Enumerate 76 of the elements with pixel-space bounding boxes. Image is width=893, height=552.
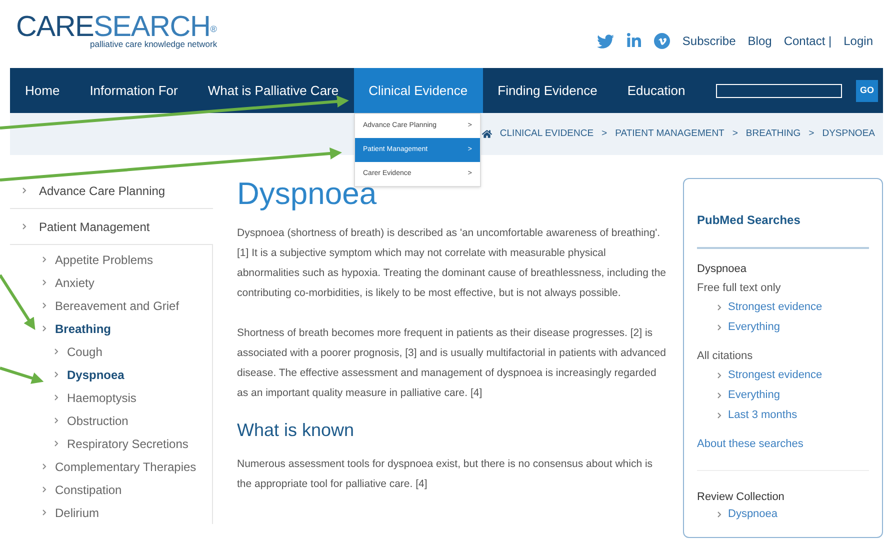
search-link[interactable]: Last 3 months: [728, 407, 798, 424]
nav-tab[interactable]: What is Palliative Care: [192, 68, 354, 113]
review-link[interactable]: Dyspnoea: [728, 506, 778, 523]
article-paragraph: Numerous assessment tools for dyspnoea exist, but there is no consensus about which is the appropriate tool for palliative care. [4]: [237, 457, 654, 492]
sidebar-link[interactable]: Complementary Therapies: [55, 458, 196, 476]
sidebar-link[interactable]: Breathing: [55, 320, 112, 338]
chevron-icon: [42, 302, 47, 309]
chevron-icon: [717, 372, 722, 379]
sidebar-link[interactable]: Cough: [67, 342, 102, 360]
chevron-icon: [54, 371, 59, 378]
sidebar-link[interactable]: Anxiety: [55, 274, 94, 292]
sidebar-link[interactable]: Delirium: [55, 504, 100, 522]
nav-tab[interactable]: Clinical Evidence: [354, 68, 483, 113]
top-link[interactable]: Contact |: [784, 32, 832, 50]
chevron-icon: [42, 256, 47, 263]
sidebar-link[interactable]: Constipation: [55, 480, 122, 498]
vimeo-icon[interactable]: [654, 33, 670, 49]
sidebar-link[interactable]: Obstruction: [67, 412, 128, 430]
nav-tab[interactable]: Home: [10, 68, 75, 113]
chevron-icon: [42, 486, 47, 493]
chevron-icon: [54, 417, 59, 424]
nav-tab[interactable]: Education: [612, 68, 700, 113]
chevron-icon: [42, 463, 47, 470]
review-title: Review Collection: [697, 490, 786, 505]
chevron-icon: [717, 324, 722, 331]
separator-mark: >: [808, 126, 814, 141]
article-paragraph: Dyspnoea (shortness of breath) is described as 'an uncomfortable awareness of breathing'. [1] It is a subjective symptom which may not correlate with measurable physical abnormalities such as hypoxia. Treating the dominant cause of breathlessness, including the contributing co-morbidities, is likely to be most effective, but is not always possible.: [237, 226, 667, 301]
search-link[interactable]: Everything: [728, 387, 780, 404]
search-link[interactable]: Strongest evidence: [728, 367, 822, 384]
linkedin-icon[interactable]: [626, 33, 642, 49]
group-label: Free full text only: [697, 280, 782, 296]
chevron-icon: [54, 440, 59, 447]
chevron-icon: [54, 348, 59, 355]
chevron-icon: [54, 394, 59, 401]
top-link[interactable]: Blog: [748, 32, 772, 50]
chevron-icon: [717, 412, 722, 419]
article-paragraph: Shortness of breath becomes more frequent in patients as their disease progresses. [2] is associated with a poorer prognosis, [3] and is usually multifactorial in patients with advanced disease. The effective assessment and management of dyspnoea is increasingly regarded as an important quality measure in palliative care. [4]: [237, 326, 667, 401]
go-button[interactable]: GO: [856, 80, 878, 102]
pointer-arrow: [0, 366, 44, 384]
section-heading: What is known: [237, 419, 356, 442]
breadcrumb-link[interactable]: BREATHING: [746, 126, 801, 142]
chevron-icon: [22, 223, 27, 230]
search-field[interactable]: [716, 84, 842, 98]
chevron-icon: [717, 304, 722, 311]
chevron-icon: [42, 325, 47, 332]
home-icon[interactable]: [482, 129, 492, 139]
about-link[interactable]: About these searches: [697, 436, 869, 452]
separator-mark: >: [732, 126, 738, 141]
sidebar-link[interactable]: Advance Care Planning: [39, 182, 166, 200]
top-link[interactable]: Login: [844, 32, 873, 50]
breadcrumb-link[interactable]: CLINICAL EVIDENCE: [500, 126, 594, 142]
nav-tab[interactable]: Finding Evidence: [482, 68, 612, 113]
sidebar-link[interactable]: Patient Management: [39, 218, 150, 236]
sidebar-link[interactable]: Haemoptysis: [67, 388, 136, 406]
sidebar-link[interactable]: Appetite Problems: [55, 250, 154, 268]
nav-tab[interactable]: Information For: [74, 68, 193, 113]
sidebar-link[interactable]: Respiratory Secretions: [67, 434, 188, 452]
breadcrumb-link[interactable]: DYSPNOEA: [822, 126, 875, 142]
breadcrumb-link[interactable]: PATIENT MANAGEMENT: [615, 126, 724, 142]
top-link[interactable]: Subscribe: [682, 32, 736, 50]
topic-label: Dyspnoea: [697, 262, 748, 277]
separator-mark: >: [602, 126, 608, 141]
chevron-icon: [42, 509, 47, 516]
chevron-icon: [717, 511, 722, 518]
chevron-icon: [42, 279, 47, 286]
sidebar-link[interactable]: Bereavement and Grief: [55, 296, 180, 314]
panel-title: PubMed Searches: [697, 212, 802, 229]
chevron-icon: [717, 392, 722, 399]
sidebar-link[interactable]: Dyspnoea: [67, 366, 124, 384]
search-link[interactable]: Strongest evidence: [728, 299, 822, 316]
search-link[interactable]: Everything: [728, 319, 780, 336]
chevron-icon: [22, 187, 27, 194]
twitter-icon[interactable]: [597, 32, 614, 50]
page-title: Dyspnoea: [237, 176, 378, 213]
pointer-arrow: [0, 274, 36, 330]
group-label: All citations: [697, 348, 754, 364]
